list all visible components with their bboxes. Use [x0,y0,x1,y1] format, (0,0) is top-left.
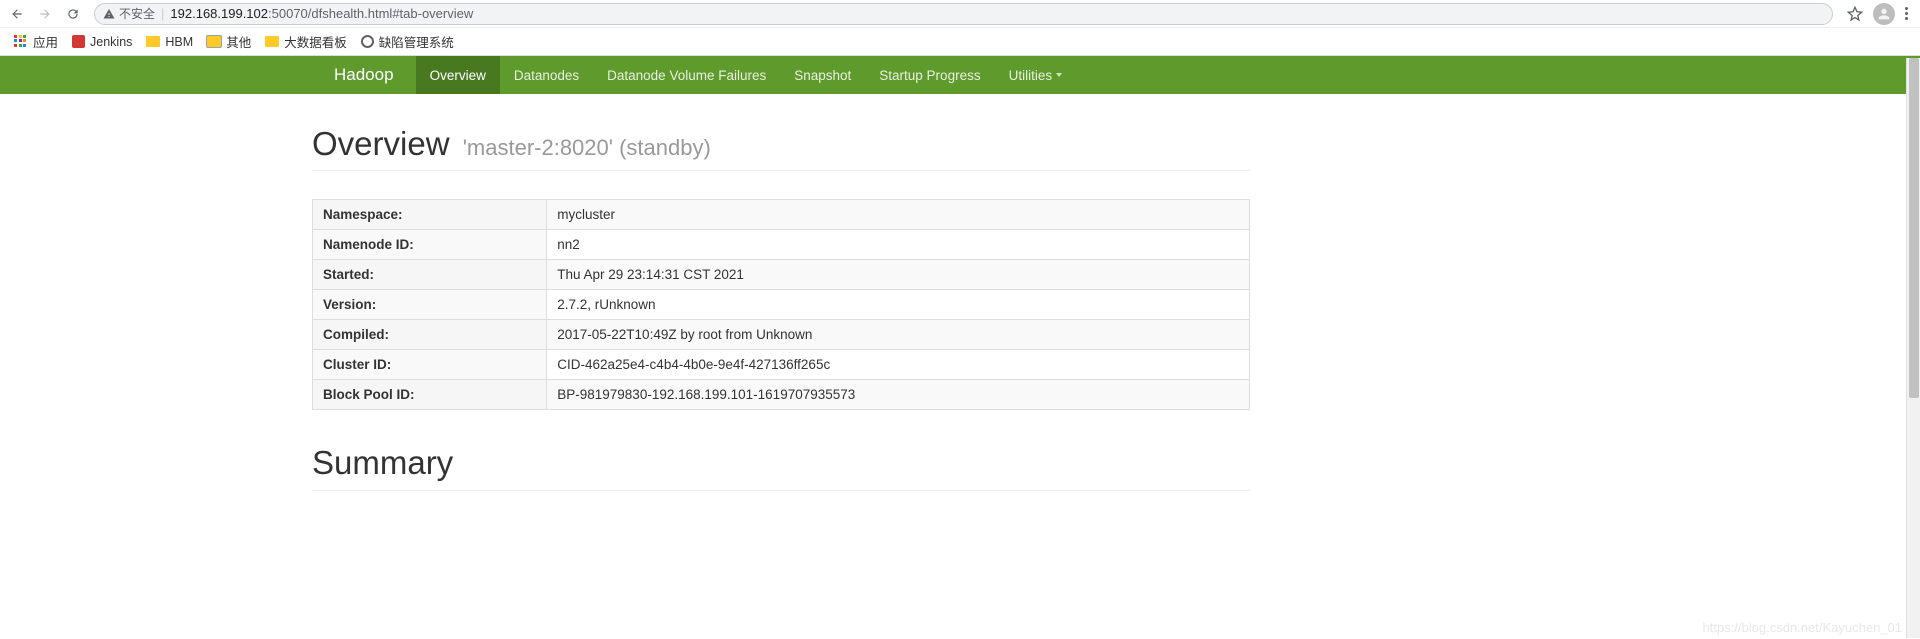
gear-icon [361,35,374,48]
row-label: Namenode ID: [313,230,547,260]
table-row: Block Pool ID:BP-981979830-192.168.199.1… [313,380,1250,410]
watermark: https://blog.csdn.net/Kayuchen_01 [1703,620,1902,635]
row-value: CID-462a25e4-c4b4-4b0e-9e4f-427136ff265c [547,350,1250,380]
table-row: Version:2.7.2, rUnknown [313,290,1250,320]
row-label: Namespace: [313,200,547,230]
tab-utilities[interactable]: Utilities [995,56,1077,94]
row-label: Compiled: [313,320,547,350]
star-icon[interactable] [1847,6,1863,22]
hadoop-brand[interactable]: Hadoop [312,56,416,94]
scrollbar[interactable] [1906,58,1920,638]
apps-button[interactable]: 应用 [14,32,58,51]
tab-snapshot[interactable]: Snapshot [780,56,865,94]
overview-title: Overview [312,125,450,162]
forward-button[interactable] [34,3,56,25]
folder-icon [265,36,279,47]
browser-toolbar: 不安全 | 192.168.199.102:50070/dfshealth.ht… [0,0,1920,28]
tab-datanode-volume-failures[interactable]: Datanode Volume Failures [593,56,780,94]
row-value: 2.7.2, rUnknown [547,290,1250,320]
row-label: Version: [313,290,547,320]
bookmark-defect[interactable]: 缺陷管理系统 [361,32,454,51]
security-label: 不安全 [119,5,155,22]
row-value: nn2 [547,230,1250,260]
address-bar[interactable]: 不安全 | 192.168.199.102:50070/dfshealth.ht… [94,3,1833,25]
chevron-down-icon [1056,73,1062,77]
row-label: Cluster ID: [313,350,547,380]
table-row: Compiled:2017-05-22T10:49Z by root from … [313,320,1250,350]
bookmark-other[interactable]: 其他 [207,32,251,51]
scrollbar-thumb[interactable] [1909,58,1919,398]
bookmarks-bar: 应用 Jenkins HBM 其他 大数据看板 缺陷管理系统 [0,28,1920,56]
menu-button[interactable] [1905,7,1908,20]
overview-heading: Overview 'master-2:8020' (standby) [312,126,1250,171]
folder-icon [146,36,160,47]
table-row: Namespace:mycluster [313,200,1250,230]
summary-heading: Summary [312,444,1250,491]
folder-icon [207,36,221,47]
table-row: Cluster ID:CID-462a25e4-c4b4-4b0e-9e4f-4… [313,350,1250,380]
tab-datanodes[interactable]: Datanodes [500,56,593,94]
warning-icon [103,8,115,20]
tab-overview[interactable]: Overview [416,56,500,94]
back-button[interactable] [6,3,28,25]
reload-button[interactable] [62,3,84,25]
table-row: Namenode ID:nn2 [313,230,1250,260]
tab-startup-progress[interactable]: Startup Progress [865,56,994,94]
bookmark-hbm[interactable]: HBM [146,35,193,49]
row-label: Started: [313,260,547,290]
table-row: Started:Thu Apr 29 23:14:31 CST 2021 [313,260,1250,290]
page-content: Overview 'master-2:8020' (standby) Names… [312,94,1250,511]
row-value: Thu Apr 29 23:14:31 CST 2021 [547,260,1250,290]
apps-icon [14,35,28,49]
row-value: 2017-05-22T10:49Z by root from Unknown [547,320,1250,350]
hadoop-navbar: Hadoop Overview Datanodes Datanode Volum… [0,56,1920,94]
security-indicator: 不安全 [103,5,155,22]
url-text: 192.168.199.102:50070/dfshealth.html#tab… [170,6,473,21]
row-label: Block Pool ID: [313,380,547,410]
bookmark-bigdata[interactable]: 大数据看板 [265,32,347,51]
overview-subtitle: 'master-2:8020' (standby) [463,135,711,160]
jenkins-icon [72,35,85,48]
row-value: mycluster [547,200,1250,230]
row-value: BP-981979830-192.168.199.101-16197079355… [547,380,1250,410]
bookmark-jenkins[interactable]: Jenkins [72,35,132,49]
overview-table: Namespace:myclusterNamenode ID:nn2Starte… [312,199,1250,410]
profile-avatar[interactable] [1873,3,1895,25]
